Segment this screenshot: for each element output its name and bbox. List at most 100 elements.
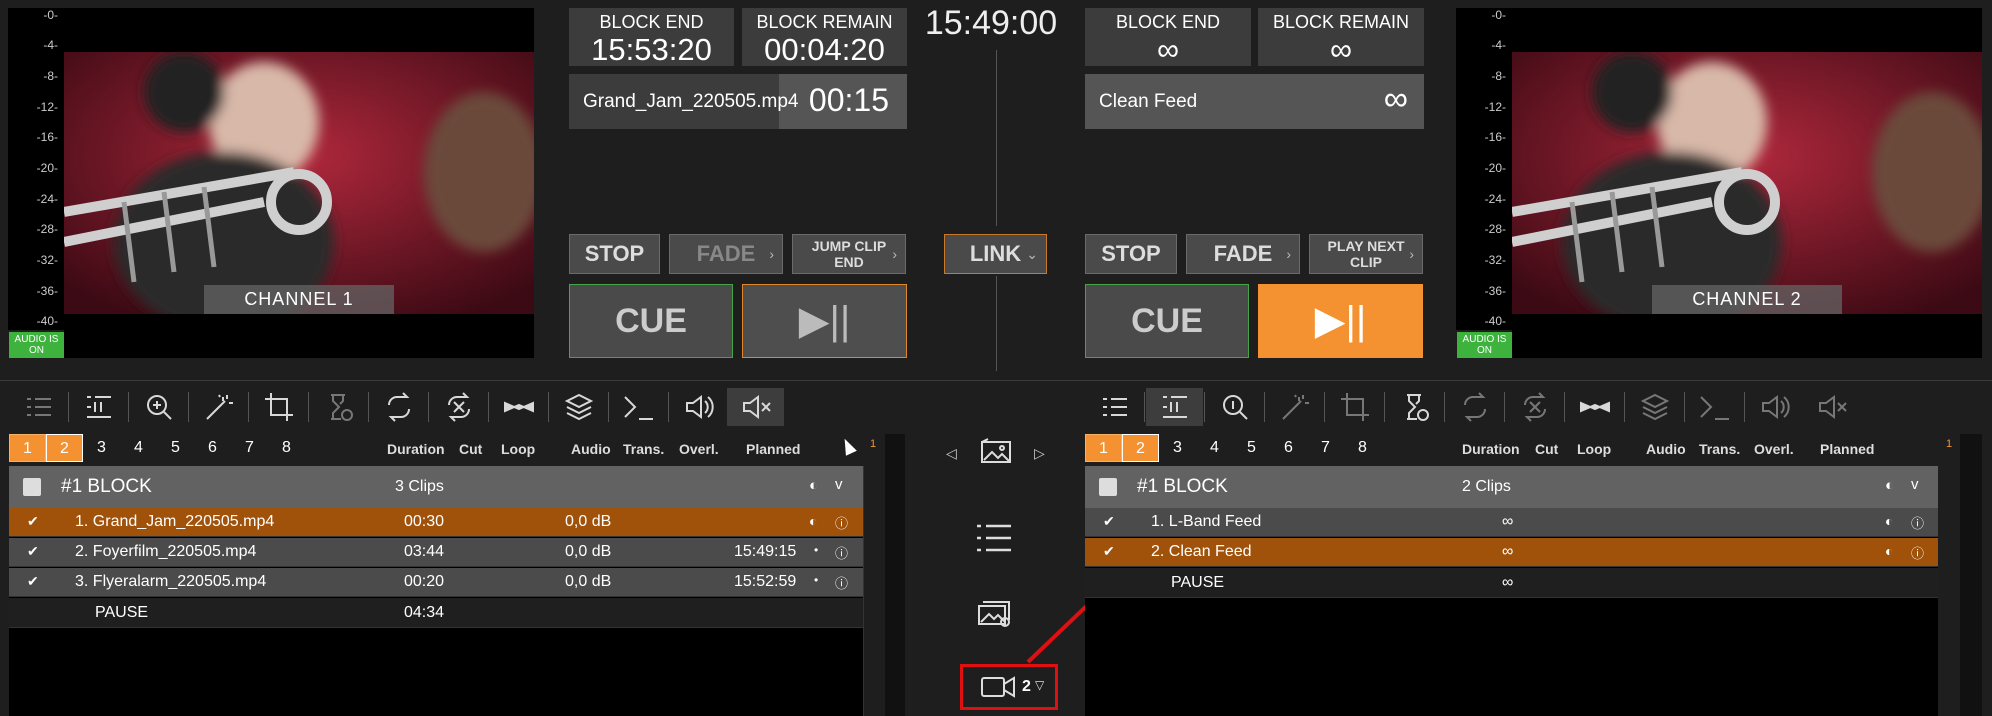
tab-7[interactable]: 7 bbox=[1307, 434, 1344, 462]
tab-6[interactable]: 6 bbox=[1270, 434, 1307, 462]
play-next-clip-button[interactable]: PLAY NEXT CLIP › bbox=[1309, 234, 1423, 274]
contrast-icon[interactable]: ◐ bbox=[1885, 477, 1894, 494]
block-checkbox[interactable] bbox=[1099, 478, 1117, 496]
table-row[interactable]: ✔ 2. Clean Feed ∞ ◐ ⓘ bbox=[1085, 538, 1938, 567]
info-icon[interactable]: ⓘ bbox=[1911, 513, 1924, 532]
loop-icon[interactable] bbox=[370, 388, 427, 426]
col-duration[interactable]: Duration bbox=[1462, 441, 1520, 457]
tab-3[interactable]: 3 bbox=[83, 434, 120, 462]
col-audio[interactable]: Audio bbox=[571, 441, 611, 457]
magic-wand-icon[interactable] bbox=[1266, 388, 1323, 426]
contrast-icon[interactable]: ◐ bbox=[809, 513, 817, 529]
cue-button-ch2[interactable]: CUE bbox=[1085, 284, 1249, 358]
list-view-icon[interactable] bbox=[1086, 388, 1143, 426]
timer-icon[interactable] bbox=[310, 388, 367, 426]
play-pause-button-ch2[interactable]: ▶|| bbox=[1258, 284, 1423, 358]
search-icon[interactable] bbox=[130, 388, 187, 426]
next-arrow-icon[interactable]: ▷ bbox=[1034, 445, 1045, 462]
layers-icon[interactable] bbox=[550, 388, 607, 426]
tab-4[interactable]: 4 bbox=[1196, 434, 1233, 462]
table-row-pause[interactable]: PAUSE ∞ bbox=[1085, 568, 1938, 598]
timer-icon[interactable] bbox=[1386, 388, 1443, 426]
info-icon[interactable]: ⓘ bbox=[835, 573, 848, 592]
stop-button-ch1[interactable]: STOP bbox=[569, 234, 660, 274]
col-loop[interactable]: Loop bbox=[1577, 441, 1611, 457]
volume-icon[interactable] bbox=[670, 388, 727, 426]
stop-button-ch2[interactable]: STOP bbox=[1085, 234, 1177, 274]
block-view-icon[interactable] bbox=[70, 388, 127, 426]
terminal-icon[interactable] bbox=[1686, 388, 1743, 426]
layers-icon[interactable] bbox=[1626, 388, 1683, 426]
playlist-icon[interactable] bbox=[975, 522, 1013, 559]
link-button[interactable]: LINK ⌄ bbox=[944, 234, 1047, 274]
table-row[interactable]: ✔ 1. Grand_Jam_220505.mp4 00:30 0,0 dB ◐… bbox=[9, 508, 863, 537]
tab-1[interactable]: 1 bbox=[1085, 434, 1122, 462]
tab-2[interactable]: 2 bbox=[46, 434, 83, 462]
collapse-icon[interactable]: v bbox=[835, 476, 843, 493]
table-row[interactable]: ✔ 1. L-Band Feed ∞ ◐ ⓘ bbox=[1085, 508, 1938, 537]
image-icon[interactable] bbox=[980, 438, 1012, 471]
shuffle-x-icon[interactable] bbox=[1506, 388, 1563, 426]
contrast-icon[interactable]: ◐ bbox=[809, 477, 818, 494]
cue-button-ch1[interactable]: CUE bbox=[569, 284, 733, 358]
tab-1[interactable]: 1 bbox=[9, 434, 46, 462]
video-preview-ch2[interactable]: CHANNEL 2 bbox=[1512, 52, 1982, 314]
transition-icon[interactable] bbox=[1566, 388, 1623, 426]
col-cut[interactable]: Cut bbox=[459, 441, 482, 457]
info-icon[interactable]: ⓘ bbox=[835, 513, 848, 532]
collapse-icon[interactable]: v bbox=[1911, 476, 1919, 493]
tab-5[interactable]: 5 bbox=[1233, 434, 1270, 462]
mute-icon[interactable] bbox=[1803, 388, 1860, 426]
table-row-pause[interactable]: PAUSE 04:34 bbox=[9, 598, 863, 628]
block-view-icon[interactable] bbox=[1146, 388, 1203, 426]
info-icon[interactable]: ⓘ bbox=[1911, 543, 1924, 562]
tab-7[interactable]: 7 bbox=[231, 434, 268, 462]
table-row[interactable]: ✔ 3. Flyeralarm_220505.mp4 00:20 0,0 dB … bbox=[9, 568, 863, 597]
tab-5[interactable]: 5 bbox=[157, 434, 194, 462]
fade-button-ch2[interactable]: FADE › bbox=[1186, 234, 1300, 274]
tab-4[interactable]: 4 bbox=[120, 434, 157, 462]
prev-arrow-icon[interactable]: ◁ bbox=[946, 445, 957, 462]
block-header-ch1[interactable]: #1 BLOCK 3 Clips ◐ v bbox=[9, 466, 863, 508]
transition-icon[interactable] bbox=[490, 388, 547, 426]
crop-icon[interactable] bbox=[250, 388, 307, 426]
tab-8[interactable]: 8 bbox=[268, 434, 305, 462]
crop-icon[interactable] bbox=[1326, 388, 1383, 426]
magic-wand-icon[interactable] bbox=[190, 388, 247, 426]
mute-icon[interactable] bbox=[727, 388, 784, 426]
tab-8[interactable]: 8 bbox=[1344, 434, 1381, 462]
col-cut[interactable]: Cut bbox=[1535, 441, 1558, 457]
tab-6[interactable]: 6 bbox=[194, 434, 231, 462]
media-library-icon[interactable] bbox=[975, 598, 1013, 635]
video-preview-ch1[interactable]: CHANNEL 1 bbox=[64, 52, 534, 314]
play-pause-button-ch1[interactable]: ▶|| bbox=[742, 284, 907, 358]
contrast-icon[interactable]: ◐ bbox=[1885, 543, 1893, 559]
tab-2[interactable]: 2 bbox=[1122, 434, 1159, 462]
jump-clip-end-button[interactable]: JUMP CLIP END › bbox=[792, 234, 906, 274]
block-end-box-ch1: BLOCK END 15:53:20 bbox=[569, 8, 734, 67]
fade-button-ch1[interactable]: FADE › bbox=[669, 234, 783, 274]
col-audio[interactable]: Audio bbox=[1646, 441, 1686, 457]
block-checkbox[interactable] bbox=[23, 478, 41, 496]
camera-selector[interactable]: 2 ▽ bbox=[970, 672, 1050, 702]
tab-3[interactable]: 3 bbox=[1159, 434, 1196, 462]
volume-icon[interactable] bbox=[1746, 388, 1803, 426]
col-trans[interactable]: Trans. bbox=[623, 441, 664, 457]
col-loop[interactable]: Loop bbox=[501, 441, 535, 457]
shuffle-x-icon[interactable] bbox=[430, 388, 487, 426]
col-planned[interactable]: Planned bbox=[1820, 441, 1874, 457]
list-view-icon[interactable] bbox=[10, 388, 67, 426]
loop-icon[interactable] bbox=[1446, 388, 1503, 426]
col-planned[interactable]: Planned bbox=[746, 441, 800, 457]
contrast-icon[interactable]: ◐ bbox=[1885, 513, 1893, 529]
col-overl[interactable]: Overl. bbox=[1754, 441, 1794, 457]
col-duration[interactable]: Duration bbox=[387, 441, 445, 457]
table-row[interactable]: ✔ 2. Foyerfilm_220505.mp4 03:44 0,0 dB 1… bbox=[9, 538, 863, 567]
block-header-ch2[interactable]: #1 BLOCK 2 Clips ◐ v bbox=[1085, 466, 1938, 508]
search-icon[interactable] bbox=[1206, 388, 1263, 426]
scrollbar-ch1[interactable] bbox=[863, 466, 864, 716]
col-overl[interactable]: Overl. bbox=[679, 441, 719, 457]
terminal-icon[interactable] bbox=[610, 388, 667, 426]
col-trans[interactable]: Trans. bbox=[1699, 441, 1740, 457]
info-icon[interactable]: ⓘ bbox=[835, 543, 848, 562]
